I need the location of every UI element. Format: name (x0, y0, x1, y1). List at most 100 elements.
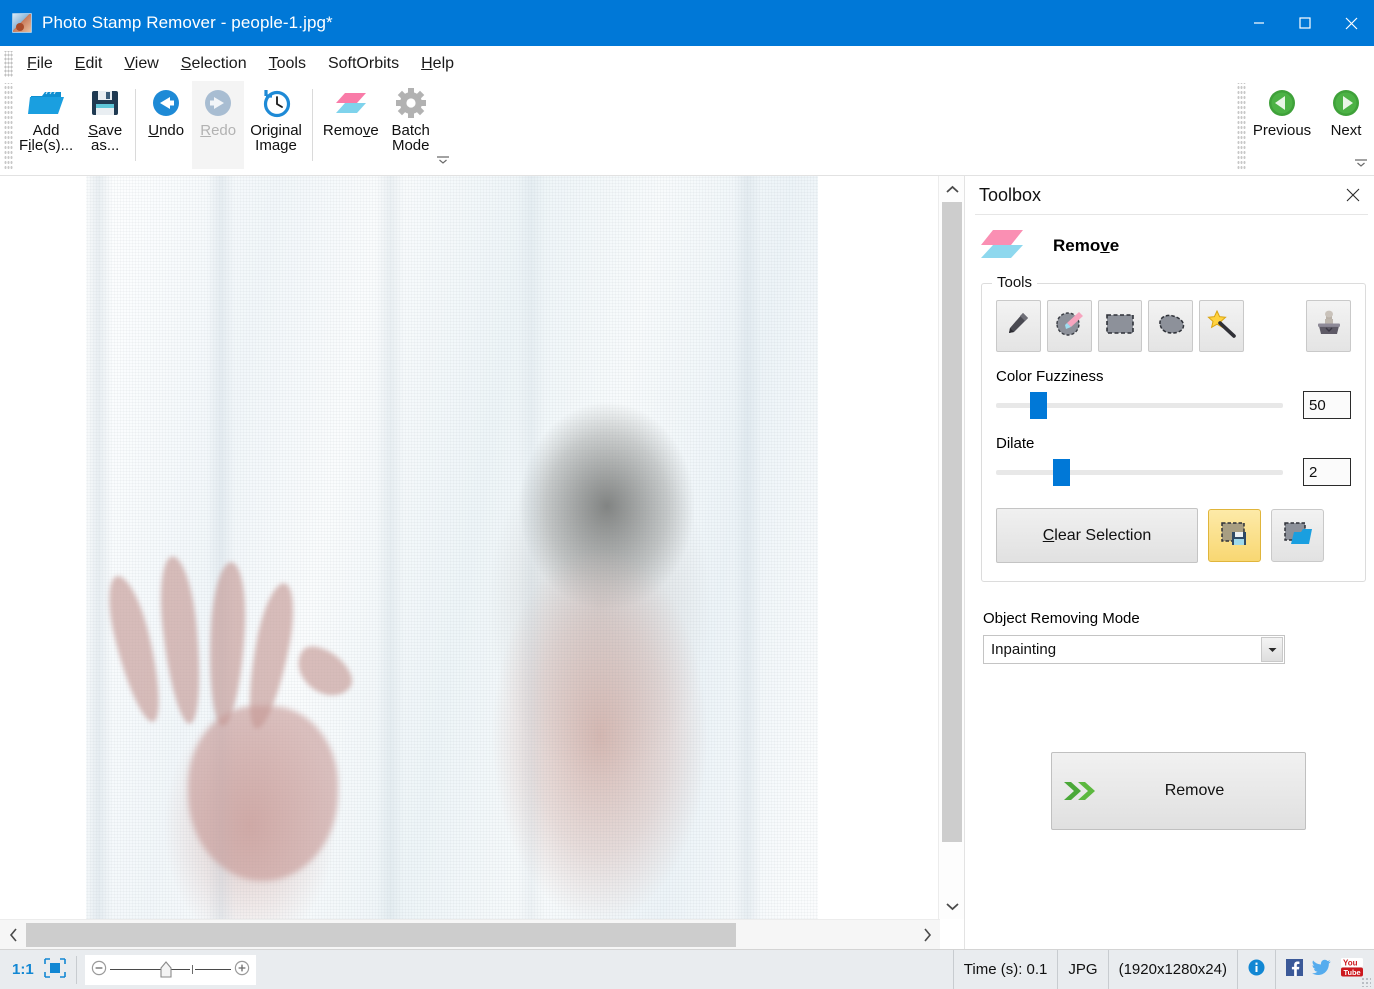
fit-to-window-icon[interactable] (42, 957, 76, 982)
menu-item-tools[interactable]: Tools (258, 51, 317, 77)
twitter-icon[interactable] (1312, 959, 1331, 980)
save-as-button[interactable]: Save as... (79, 81, 131, 169)
toolbox-close-button[interactable] (1340, 182, 1366, 208)
menu-item-view[interactable]: View (113, 51, 169, 77)
horizontal-scroll-thumb[interactable] (26, 923, 736, 947)
gear-icon (395, 85, 427, 121)
zoom-out-icon[interactable] (91, 960, 107, 980)
info-icon[interactable] (1248, 959, 1265, 980)
toolbar-separator-2 (311, 89, 313, 161)
dilate-thumb[interactable] (1053, 459, 1071, 486)
image-canvas[interactable] (0, 176, 940, 919)
color-fuzziness-thumb[interactable] (1030, 392, 1048, 419)
canvas-vertical-scrollbar[interactable] (938, 176, 964, 919)
scroll-down-icon[interactable] (939, 893, 965, 919)
menu-bar: File Edit View Selection Tools SoftOrbit… (0, 46, 1374, 81)
canvas-right-margin (818, 176, 940, 919)
undo-button[interactable]: Undo (140, 81, 192, 169)
vertical-scroll-track[interactable] (939, 202, 965, 893)
close-button[interactable] (1328, 0, 1374, 46)
navigation-drag-handle[interactable] (1237, 83, 1246, 169)
magic-wand-icon (1206, 309, 1237, 342)
dilate-label: Dilate (996, 435, 1035, 452)
zoom-ratio-label[interactable]: 1:1 (0, 961, 42, 978)
tools-group: Tools Color Fuzziness 50 Dilate 2 C lear… (981, 274, 1366, 582)
zoom-slider[interactable] (84, 954, 256, 985)
add-files-label: Add File(s)... (19, 122, 74, 154)
dilate-track (996, 470, 1283, 475)
hand-silhouette (100, 554, 408, 886)
file-format-label: JPG (1068, 961, 1098, 978)
toolbox-mode-header: Remove (965, 215, 1374, 275)
toolbar-overflow-icon[interactable] (436, 155, 1368, 167)
info-cell[interactable] (1238, 949, 1276, 989)
redo-label: Redo (200, 122, 237, 139)
remove-action-button[interactable]: Remove (1051, 752, 1306, 830)
tools-row (996, 300, 1351, 352)
resize-grip[interactable] (1361, 977, 1371, 987)
eraser-tool[interactable] (1046, 300, 1092, 352)
main-toolbar: Add File(s)... Save as... Undo Redo Orig… (0, 81, 1374, 176)
scroll-up-icon[interactable] (939, 176, 965, 202)
maximize-button[interactable] (1282, 0, 1328, 46)
load-selection-button[interactable] (1271, 509, 1324, 562)
object-removing-mode-label: Object Removing Mode (983, 610, 1140, 627)
previous-label: Previous (1252, 122, 1312, 139)
menu-item-file[interactable]: File (16, 51, 64, 77)
menu-item-selection[interactable]: Selection (170, 51, 258, 77)
zoom-in-icon[interactable] (234, 960, 250, 980)
selection-actions-row: Clear Selection (996, 508, 1351, 563)
undo-label: Undo (148, 122, 185, 139)
next-button[interactable]: Next (1318, 81, 1374, 169)
previous-button[interactable]: Previous (1246, 81, 1318, 169)
marker-pencil-tool[interactable] (996, 300, 1041, 352)
app-logo-icon (12, 13, 32, 33)
floppy-save-icon (90, 85, 120, 121)
menu-item-edit[interactable]: Edit (64, 51, 114, 77)
image-dimensions-cell: (1920x1280x24) (1109, 949, 1238, 989)
pencil-icon (1005, 311, 1031, 341)
color-fuzziness-slider[interactable] (996, 392, 1283, 419)
magic-wand-tool[interactable] (1199, 300, 1245, 352)
batch-mode-button[interactable]: Batch Mode (385, 81, 437, 169)
minimize-button[interactable] (1236, 0, 1282, 46)
save-selection-button[interactable] (1208, 509, 1261, 562)
menu-item-softorbits[interactable]: SoftOrbits (317, 51, 410, 77)
remove-toolbar-button[interactable]: Remove (317, 81, 385, 169)
file-format-cell: JPG (1058, 949, 1109, 989)
horizontal-scroll-track[interactable] (26, 920, 914, 950)
processing-time-label: Time (s): 0.1 (963, 961, 1048, 978)
scroll-left-icon[interactable] (0, 920, 26, 950)
rectangle-tool[interactable] (1097, 300, 1143, 352)
green-double-arrow-icon (1052, 776, 1114, 806)
add-files-button[interactable]: Add File(s)... (13, 81, 79, 169)
stamp-tool[interactable] (1306, 300, 1351, 352)
dilate-slider[interactable] (996, 459, 1283, 486)
scroll-right-icon[interactable] (914, 920, 940, 950)
vertical-scroll-thumb[interactable] (942, 202, 962, 842)
green-right-arrow-icon (1331, 85, 1361, 121)
menu-drag-handle[interactable] (4, 50, 13, 77)
clear-selection-button[interactable]: Clear Selection (996, 508, 1198, 563)
original-image-button[interactable]: Original Image (244, 81, 308, 169)
toolbar-separator (135, 89, 137, 161)
dilate-input[interactable] (1303, 458, 1351, 486)
facebook-icon[interactable] (1286, 959, 1303, 980)
chevron-down-icon[interactable] (1261, 637, 1283, 662)
batch-mode-label: Batch Mode (391, 122, 430, 154)
remove-action-label: Remove (1164, 782, 1225, 799)
color-fuzziness-input[interactable] (1303, 391, 1351, 419)
color-fuzziness-row (996, 391, 1351, 419)
menu-item-help[interactable]: Help (410, 51, 465, 77)
svg-text:You: You (1343, 959, 1358, 968)
toolbar-drag-handle[interactable] (4, 83, 13, 169)
toolbox-header: Toolbox (965, 176, 1374, 214)
navigation-overflow-icon[interactable] (1354, 158, 1368, 170)
save-selection-icon (1220, 520, 1250, 552)
object-removing-mode-select[interactable]: Inpainting (983, 635, 1285, 664)
lasso-tool[interactable] (1148, 300, 1194, 352)
canvas-horizontal-scrollbar[interactable] (0, 919, 940, 949)
palm-shape (188, 706, 338, 881)
redo-button[interactable]: Redo (192, 81, 245, 169)
eraser-icon (333, 85, 369, 121)
